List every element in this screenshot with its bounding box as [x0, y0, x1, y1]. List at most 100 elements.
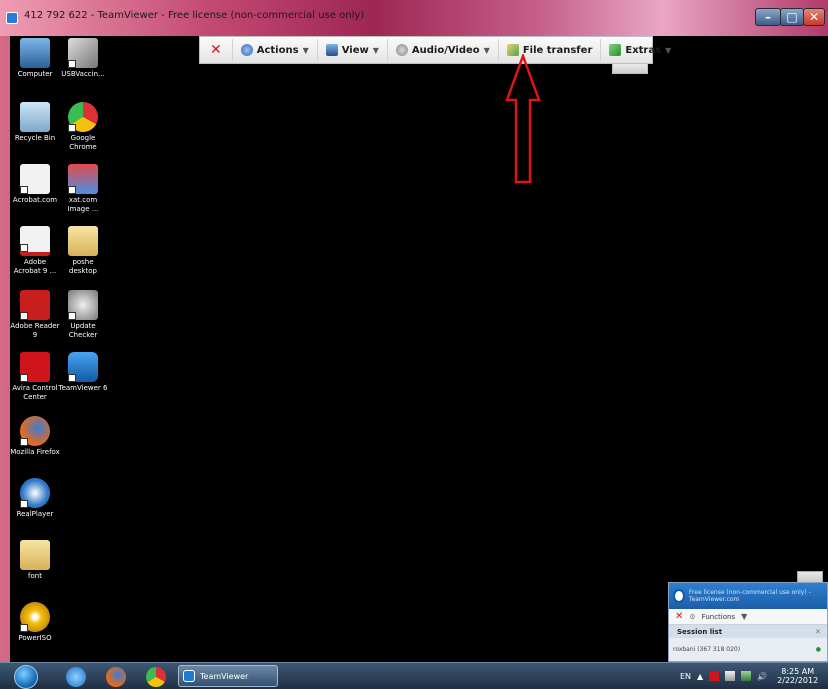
- desktop-icon-chrome[interactable]: Google Chrome: [58, 102, 108, 152]
- toolbar-audio-video-menu[interactable]: Audio/Video ▼: [388, 39, 499, 61]
- avira-tray-icon[interactable]: [709, 671, 720, 681]
- internet-explorer-icon[interactable]: [66, 667, 86, 687]
- clock-date: 2/22/2012: [777, 676, 819, 685]
- toolbar-actions-menu[interactable]: Actions ▼: [233, 39, 318, 61]
- desktop-icon-poshe-desktop[interactable]: poshe desktop: [58, 226, 108, 276]
- taskbar-item-label: TeamViewer: [200, 671, 249, 681]
- xat-icon: [68, 164, 98, 194]
- window-title: 412 792 622 - TeamViewer - Free license …: [24, 10, 365, 21]
- desktop-icon-adobe-reader[interactable]: Adobe Reader 9: [10, 290, 60, 340]
- gear-icon: ⚙: [689, 612, 696, 621]
- desktop-icon-label: Recycle Bin: [14, 134, 56, 142]
- monitor-icon: [325, 44, 338, 56]
- desktop-icon-avira[interactable]: Avira Control Center: [10, 352, 60, 402]
- tray-expand-icon[interactable]: ▲: [697, 672, 703, 681]
- desktop-icon-acrobat9[interactable]: Adobe Acrobat 9 ...: [10, 226, 60, 276]
- language-indicator[interactable]: EN: [680, 672, 691, 681]
- clock[interactable]: 8:25 AM 2/22/2012: [777, 667, 818, 685]
- chevron-down-icon: ▼: [665, 45, 672, 55]
- session-entry-label: roxbani (367 318 020): [673, 645, 741, 653]
- desktop-icon-recycle-bin[interactable]: Recycle Bin: [10, 102, 60, 143]
- teamviewer-icon: [183, 670, 195, 682]
- chevron-down-icon: ▼: [741, 612, 748, 621]
- session-options-icon[interactable]: ●: [816, 646, 821, 653]
- puzzle-icon: [609, 44, 622, 56]
- acrobat9-icon: [20, 226, 50, 256]
- update-checker-icon: [68, 290, 98, 320]
- toolbar-item-label: Audio/Video: [411, 44, 480, 56]
- desktop-icon-teamviewer[interactable]: TeamViewer 6: [58, 352, 108, 393]
- clock-time: 8:25 AM: [781, 667, 815, 676]
- desktop-icon-font[interactable]: font: [10, 540, 60, 581]
- desktop-icon-realplayer[interactable]: RealPlayer: [10, 478, 60, 519]
- start-button[interactable]: [14, 665, 38, 689]
- maximize-button[interactable]: □: [780, 8, 804, 26]
- title-bar[interactable]: 412 792 622 - TeamViewer - Free license …: [0, 0, 828, 36]
- adobe-reader-icon: [20, 290, 50, 320]
- desktop-icon-label: Mozilla Firefox: [10, 448, 60, 456]
- teamviewer-session-panel: Free license (non-commercial use only) -…: [668, 582, 828, 662]
- close-icon: ✕: [210, 42, 222, 58]
- chrome-icon: [68, 102, 98, 132]
- folder-icon: [20, 540, 50, 570]
- desktop-icon-update-checker[interactable]: Update Checker: [58, 290, 108, 340]
- desktop-icon-acrobat-com[interactable]: Acrobat.com: [10, 164, 60, 205]
- desktop-icon-firefox[interactable]: Mozilla Firefox: [10, 416, 60, 457]
- panel-collapse-handle[interactable]: [797, 571, 823, 582]
- teamviewer-icon: [673, 589, 685, 603]
- session-list-header[interactable]: Session list ✕: [669, 625, 827, 638]
- teamviewer-toolbar: ✕ Actions ▼ View ▼ Audio/Video ▼ File tr…: [199, 36, 671, 64]
- volume-icon[interactable]: 🔊: [757, 672, 767, 681]
- remote-desktop[interactable]: [10, 36, 828, 662]
- panel-header: Free license (non-commercial use only) -…: [669, 583, 827, 609]
- desktop-icon-label: PowerISO: [18, 634, 52, 642]
- desktop-icon-xat[interactable]: xat.com Image ...: [58, 164, 108, 214]
- toolbar-item-label: Actions: [256, 44, 299, 56]
- firefox-icon[interactable]: [106, 667, 126, 687]
- toolbar-collapse-handle[interactable]: [612, 64, 648, 74]
- desktop-icon-label: Computer: [17, 70, 53, 78]
- close-icon[interactable]: ✕: [675, 611, 683, 622]
- recycle-bin-icon: [20, 102, 50, 132]
- chevron-down-icon: ▼: [372, 45, 379, 55]
- close-session-button[interactable]: ✕: [206, 39, 233, 61]
- desktop-icon-label: Update Checker: [68, 322, 98, 339]
- desktop-icon-label: RealPlayer: [16, 510, 54, 518]
- close-icon[interactable]: ✕: [815, 628, 821, 636]
- session-list-label: Session list: [677, 627, 723, 636]
- taskbar-teamviewer-button[interactable]: TeamViewer: [178, 665, 278, 687]
- desktop-icon-label: USBVaccin...: [61, 70, 105, 78]
- desktop-icon-label: Avira Control Center: [12, 384, 58, 401]
- teamviewer-icon: [6, 12, 18, 24]
- folder-icon: [68, 226, 98, 256]
- teamviewer-icon: [68, 352, 98, 382]
- desktop-icon-label: poshe desktop: [69, 258, 97, 275]
- desktop-icon-usbvaccine[interactable]: USBVaccin...: [58, 38, 108, 79]
- desktop-icon-poweriso[interactable]: PowerISO: [10, 602, 60, 643]
- chrome-icon[interactable]: [146, 667, 166, 687]
- desktop-icon-label: Adobe Reader 9: [10, 322, 60, 339]
- network-icon[interactable]: [741, 671, 752, 681]
- realplayer-icon: [20, 478, 50, 508]
- audio-video-icon: [395, 44, 408, 56]
- toolbar-extras-menu[interactable]: Extras ▼: [601, 39, 679, 61]
- functions-menu[interactable]: Functions: [702, 613, 735, 621]
- close-button[interactable]: ✕: [803, 8, 825, 26]
- maximize-icon: □: [786, 10, 798, 24]
- chevron-down-icon: ▼: [302, 45, 309, 55]
- minimize-button[interactable]: –: [755, 8, 781, 26]
- toolbar-item-label: Extras: [625, 44, 662, 56]
- session-entry[interactable]: roxbani (367 318 020) ●: [669, 638, 827, 660]
- desktop-icon-computer[interactable]: Computer: [10, 38, 60, 79]
- poweriso-icon: [20, 602, 50, 632]
- desktop-icon-label: TeamViewer 6: [58, 384, 108, 392]
- flag-icon[interactable]: [725, 671, 736, 681]
- system-tray: EN ▲ 🔊 8:25 AM 2/22/2012: [676, 665, 828, 687]
- acrobat-icon: [20, 164, 50, 194]
- syringe-icon: [68, 38, 98, 68]
- computer-icon: [20, 38, 50, 68]
- functions-row: ✕ ⚙ Functions ▼: [669, 609, 827, 625]
- chevron-down-icon: ▼: [483, 45, 490, 55]
- toolbar-view-menu[interactable]: View ▼: [318, 39, 388, 61]
- gear-icon: [240, 44, 253, 56]
